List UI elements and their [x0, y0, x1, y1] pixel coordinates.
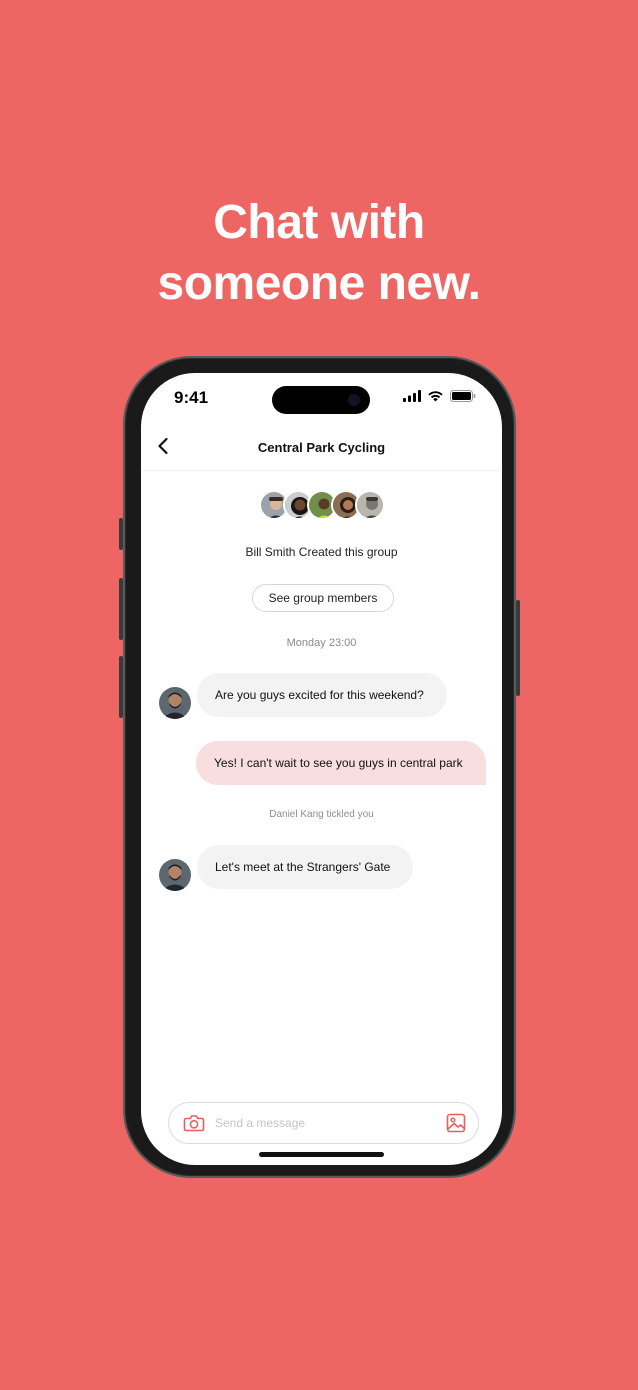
group-avatars[interactable]: [141, 490, 502, 520]
signal-icon: [403, 390, 421, 402]
mute-switch: [119, 518, 123, 550]
promo-headline: Chat with someone new.: [0, 192, 638, 314]
status-bar: 9:41: [141, 373, 502, 423]
sender-avatar[interactable]: [159, 859, 191, 891]
incoming-message-bubble: Let's meet at the Strangers' Gate: [197, 845, 413, 889]
outgoing-message-bubble: Yes! I can't wait to see you guys in cen…: [196, 741, 486, 785]
sender-avatar[interactable]: [159, 687, 191, 719]
chat-title: Central Park Cycling: [257, 440, 386, 455]
group-created-text: Bill Smith Created this group: [245, 545, 398, 559]
chat-timestamp: Monday 23:00: [286, 637, 357, 649]
tickle-notification: Daniel Kang tickled you: [269, 809, 374, 820]
home-indicator: [259, 1152, 384, 1157]
message-input[interactable]: [215, 1112, 435, 1134]
image-gallery-icon[interactable]: [446, 1113, 466, 1133]
camera-icon[interactable]: [183, 1113, 205, 1133]
wifi-icon: [428, 391, 443, 402]
status-icons: [403, 390, 476, 402]
camera-lens: [348, 394, 360, 406]
status-time: 9:41: [174, 388, 209, 407]
headline-line-1: Chat with: [213, 196, 425, 249]
power-button: [516, 600, 520, 696]
battery-icon: [450, 390, 476, 402]
headline-line-2: someone new.: [157, 257, 481, 310]
phone-mockup: 9:41 Central Park Cycling Bill Smith Cre…: [119, 356, 520, 1178]
see-group-members-button[interactable]: See group members: [252, 584, 394, 612]
message-composer: [168, 1102, 479, 1144]
volume-down-button: [119, 656, 123, 718]
member-avatar: [354, 490, 385, 520]
volume-up-button: [119, 578, 123, 640]
phone-screen: 9:41 Central Park Cycling Bill Smith Cre…: [141, 373, 502, 1165]
incoming-message-bubble: Are you guys excited for this weekend?: [197, 673, 447, 717]
chat-header: Central Park Cycling: [141, 423, 502, 471]
dynamic-island: [272, 386, 370, 414]
